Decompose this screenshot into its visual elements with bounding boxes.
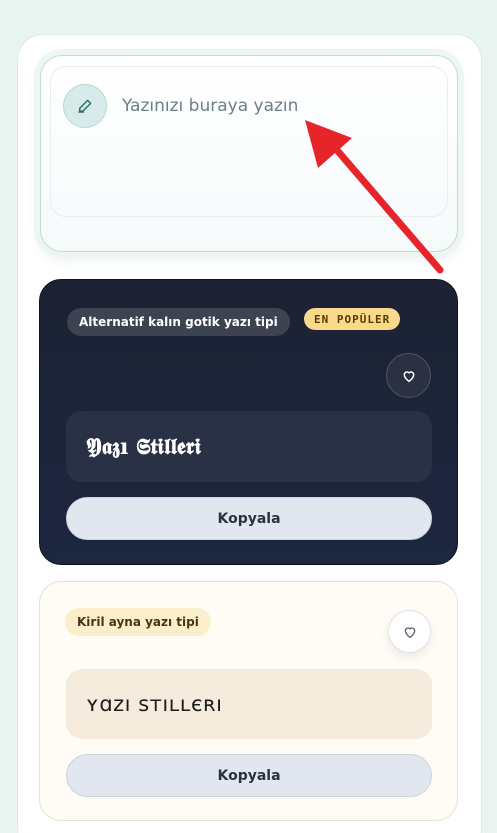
font-card-gothic: Alternatif kalın gotik yazı tipi EN POPÜ… [39, 279, 458, 565]
text-input-placeholder[interactable]: Yazınızı buraya yazın [122, 96, 298, 116]
favorite-button[interactable] [388, 610, 431, 653]
copy-button[interactable]: Kopyala [66, 754, 432, 797]
text-input-card[interactable]: Yazınızı buraya yazın [40, 55, 458, 252]
font-style-tag: Alternatif kalın gotik yazı tipi [67, 308, 290, 336]
font-preview: ʏɑzı sтıʟʟєʀı [66, 669, 432, 739]
favorite-button[interactable] [386, 353, 431, 398]
text-input-inner [50, 66, 448, 217]
heart-icon [403, 370, 414, 382]
copy-button[interactable]: Kopyala [66, 497, 432, 540]
pencil-icon [63, 84, 107, 128]
font-card-cyrillic-mirror: Kiril ayna yazı tipi ʏɑzı sтıʟʟєʀı Kopya… [39, 581, 458, 821]
font-style-tag: Kiril ayna yazı tipi [65, 608, 211, 636]
font-preview: 𝖄𝖆𝖟ı 𝕾𝖙𝖎𝖑𝖑𝖊𝖗𝖎 [66, 411, 432, 482]
heart-icon [404, 626, 415, 638]
popular-badge: EN POPÜLER [304, 308, 401, 330]
